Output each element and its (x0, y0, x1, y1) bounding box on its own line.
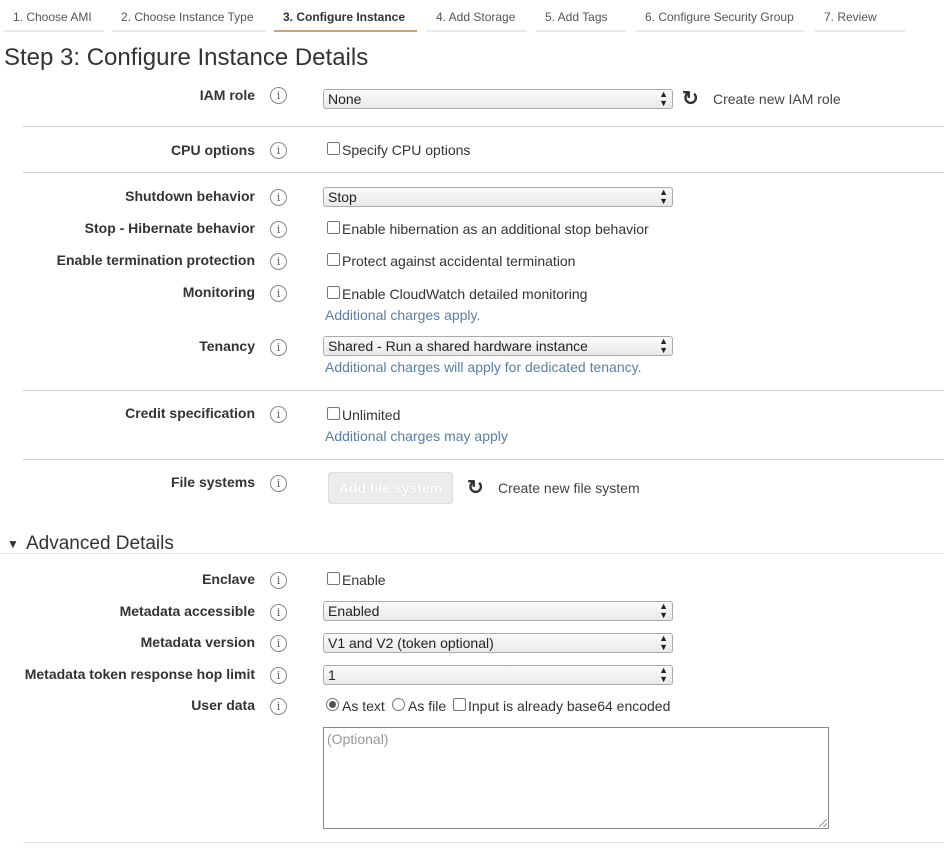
shutdown-behavior-value: Stop (328, 189, 357, 205)
select-arrows-icon: ▲ ▼ (659, 336, 668, 355)
tab-choose-instance-type[interactable]: 2. Choose Instance Type (112, 4, 266, 32)
metadata-version-label: Metadata version (140, 634, 255, 650)
hibernate-behavior-label: Stop - Hibernate behavior (84, 220, 255, 236)
tab-choose-ami[interactable]: 1. Choose AMI (4, 4, 104, 32)
credit-charges-note: Additional charges may apply (325, 428, 508, 444)
metadata-version-value: V1 and V2 (token optional) (328, 635, 494, 651)
caret-down-icon[interactable]: ▼ (7, 537, 19, 551)
hibernation-checkbox[interactable] (327, 221, 340, 234)
enclave-checkbox-label[interactable]: Enable (342, 572, 386, 588)
cpu-options-label: CPU options (171, 142, 255, 158)
tenancy-value: Shared - Run a shared hardware instance (328, 338, 588, 354)
monitoring-label: Monitoring (182, 284, 255, 300)
user-data-placeholder: (Optional) (327, 731, 389, 747)
info-icon[interactable]: i (270, 285, 287, 302)
info-icon[interactable]: i (270, 339, 287, 356)
info-icon[interactable]: i (270, 635, 287, 652)
metadata-accessible-value: Enabled (328, 603, 380, 619)
info-icon[interactable]: i (270, 604, 287, 621)
divider (23, 126, 944, 127)
create-iam-role-link[interactable]: Create new IAM role (713, 91, 841, 107)
hop-limit-label: Metadata token response hop limit (24, 666, 255, 682)
add-file-system-button[interactable]: Add file system (328, 472, 453, 504)
select-arrows-icon: ▲ ▼ (659, 633, 668, 652)
tenancy-select[interactable]: Shared - Run a shared hardware instance … (323, 336, 673, 356)
divider (23, 172, 944, 173)
resize-grip-icon[interactable] (819, 819, 827, 827)
tab-configure-instance[interactable]: 3. Configure Instance (274, 4, 417, 32)
shutdown-behavior-select[interactable]: Stop ▲ ▼ (323, 187, 673, 207)
info-icon[interactable]: i (270, 667, 287, 684)
info-icon[interactable]: i (270, 142, 287, 159)
iam-role-label: IAM role (199, 87, 255, 103)
iam-role-select[interactable]: None ▲ ▼ (323, 89, 673, 109)
advanced-details-heading[interactable]: Advanced Details (26, 533, 174, 555)
base64-checkbox-label[interactable]: Input is already base64 encoded (468, 698, 670, 714)
hibernation-checkbox-label[interactable]: Enable hibernation as an additional stop… (342, 221, 649, 237)
divider (23, 390, 944, 391)
metadata-version-select[interactable]: V1 and V2 (token optional) ▲ ▼ (323, 633, 673, 653)
tab-review[interactable]: 7. Review (815, 4, 905, 32)
metadata-accessible-select[interactable]: Enabled ▲ ▼ (323, 601, 673, 621)
unlimited-checkbox[interactable] (327, 407, 340, 420)
select-arrows-icon: ▲ ▼ (659, 601, 668, 620)
tenancy-label: Tenancy (199, 338, 255, 354)
info-icon[interactable]: i (270, 189, 287, 206)
select-arrows-icon: ▲ ▼ (659, 89, 668, 108)
info-icon[interactable]: i (270, 221, 287, 238)
divider (0, 553, 944, 554)
tab-add-tags[interactable]: 5. Add Tags (536, 4, 626, 32)
monitoring-charges-note: Additional charges apply. (325, 307, 481, 323)
shutdown-behavior-label: Shutdown behavior (125, 188, 255, 204)
info-icon[interactable]: i (270, 87, 287, 104)
select-arrows-icon: ▲ ▼ (659, 665, 668, 684)
select-arrows-icon: ▲ ▼ (659, 187, 668, 206)
info-icon[interactable]: i (270, 698, 287, 715)
as-file-radio-label[interactable]: As file (408, 698, 446, 714)
divider (23, 459, 944, 460)
user-data-textarea[interactable]: (Optional) (323, 727, 829, 829)
cpu-options-checkbox[interactable] (327, 142, 340, 155)
page-title: Step 3: Configure Instance Details (4, 44, 369, 71)
as-text-radio-label[interactable]: As text (342, 698, 385, 714)
as-text-radio[interactable] (326, 698, 339, 711)
as-file-radio[interactable] (392, 698, 405, 711)
divider (23, 842, 944, 843)
refresh-icon[interactable]: ↻ (682, 86, 699, 111)
termination-protection-label: Enable termination protection (56, 252, 255, 268)
info-icon[interactable]: i (270, 475, 287, 492)
refresh-icon[interactable]: ↻ (467, 475, 484, 500)
termination-protection-checkbox-label[interactable]: Protect against accidental termination (342, 253, 575, 269)
info-icon[interactable]: i (270, 572, 287, 589)
user-data-label: User data (191, 697, 255, 713)
base64-checkbox[interactable] (453, 698, 466, 711)
iam-role-value: None (328, 91, 362, 107)
tab-configure-security-group[interactable]: 6. Configure Security Group (636, 4, 804, 32)
hop-limit-select[interactable]: 1 ▲ ▼ (323, 665, 673, 685)
termination-protection-checkbox[interactable] (327, 253, 340, 266)
enclave-label: Enclave (202, 571, 255, 587)
cpu-options-checkbox-label[interactable]: Specify CPU options (342, 142, 470, 158)
tab-add-storage[interactable]: 4. Add Storage (427, 4, 527, 32)
file-systems-label: File systems (170, 474, 255, 490)
create-file-system-link[interactable]: Create new file system (498, 480, 640, 496)
monitoring-checkbox[interactable] (327, 286, 340, 299)
info-icon[interactable]: i (270, 406, 287, 423)
tenancy-charges-note: Additional charges will apply for dedica… (325, 359, 642, 375)
unlimited-checkbox-label[interactable]: Unlimited (342, 407, 400, 423)
credit-specification-label: Credit specification (125, 405, 255, 421)
info-icon[interactable]: i (270, 253, 287, 270)
monitoring-checkbox-label[interactable]: Enable CloudWatch detailed monitoring (342, 286, 587, 302)
hop-limit-value: 1 (328, 667, 336, 683)
enclave-checkbox[interactable] (327, 572, 340, 585)
metadata-accessible-label: Metadata accessible (119, 603, 255, 619)
